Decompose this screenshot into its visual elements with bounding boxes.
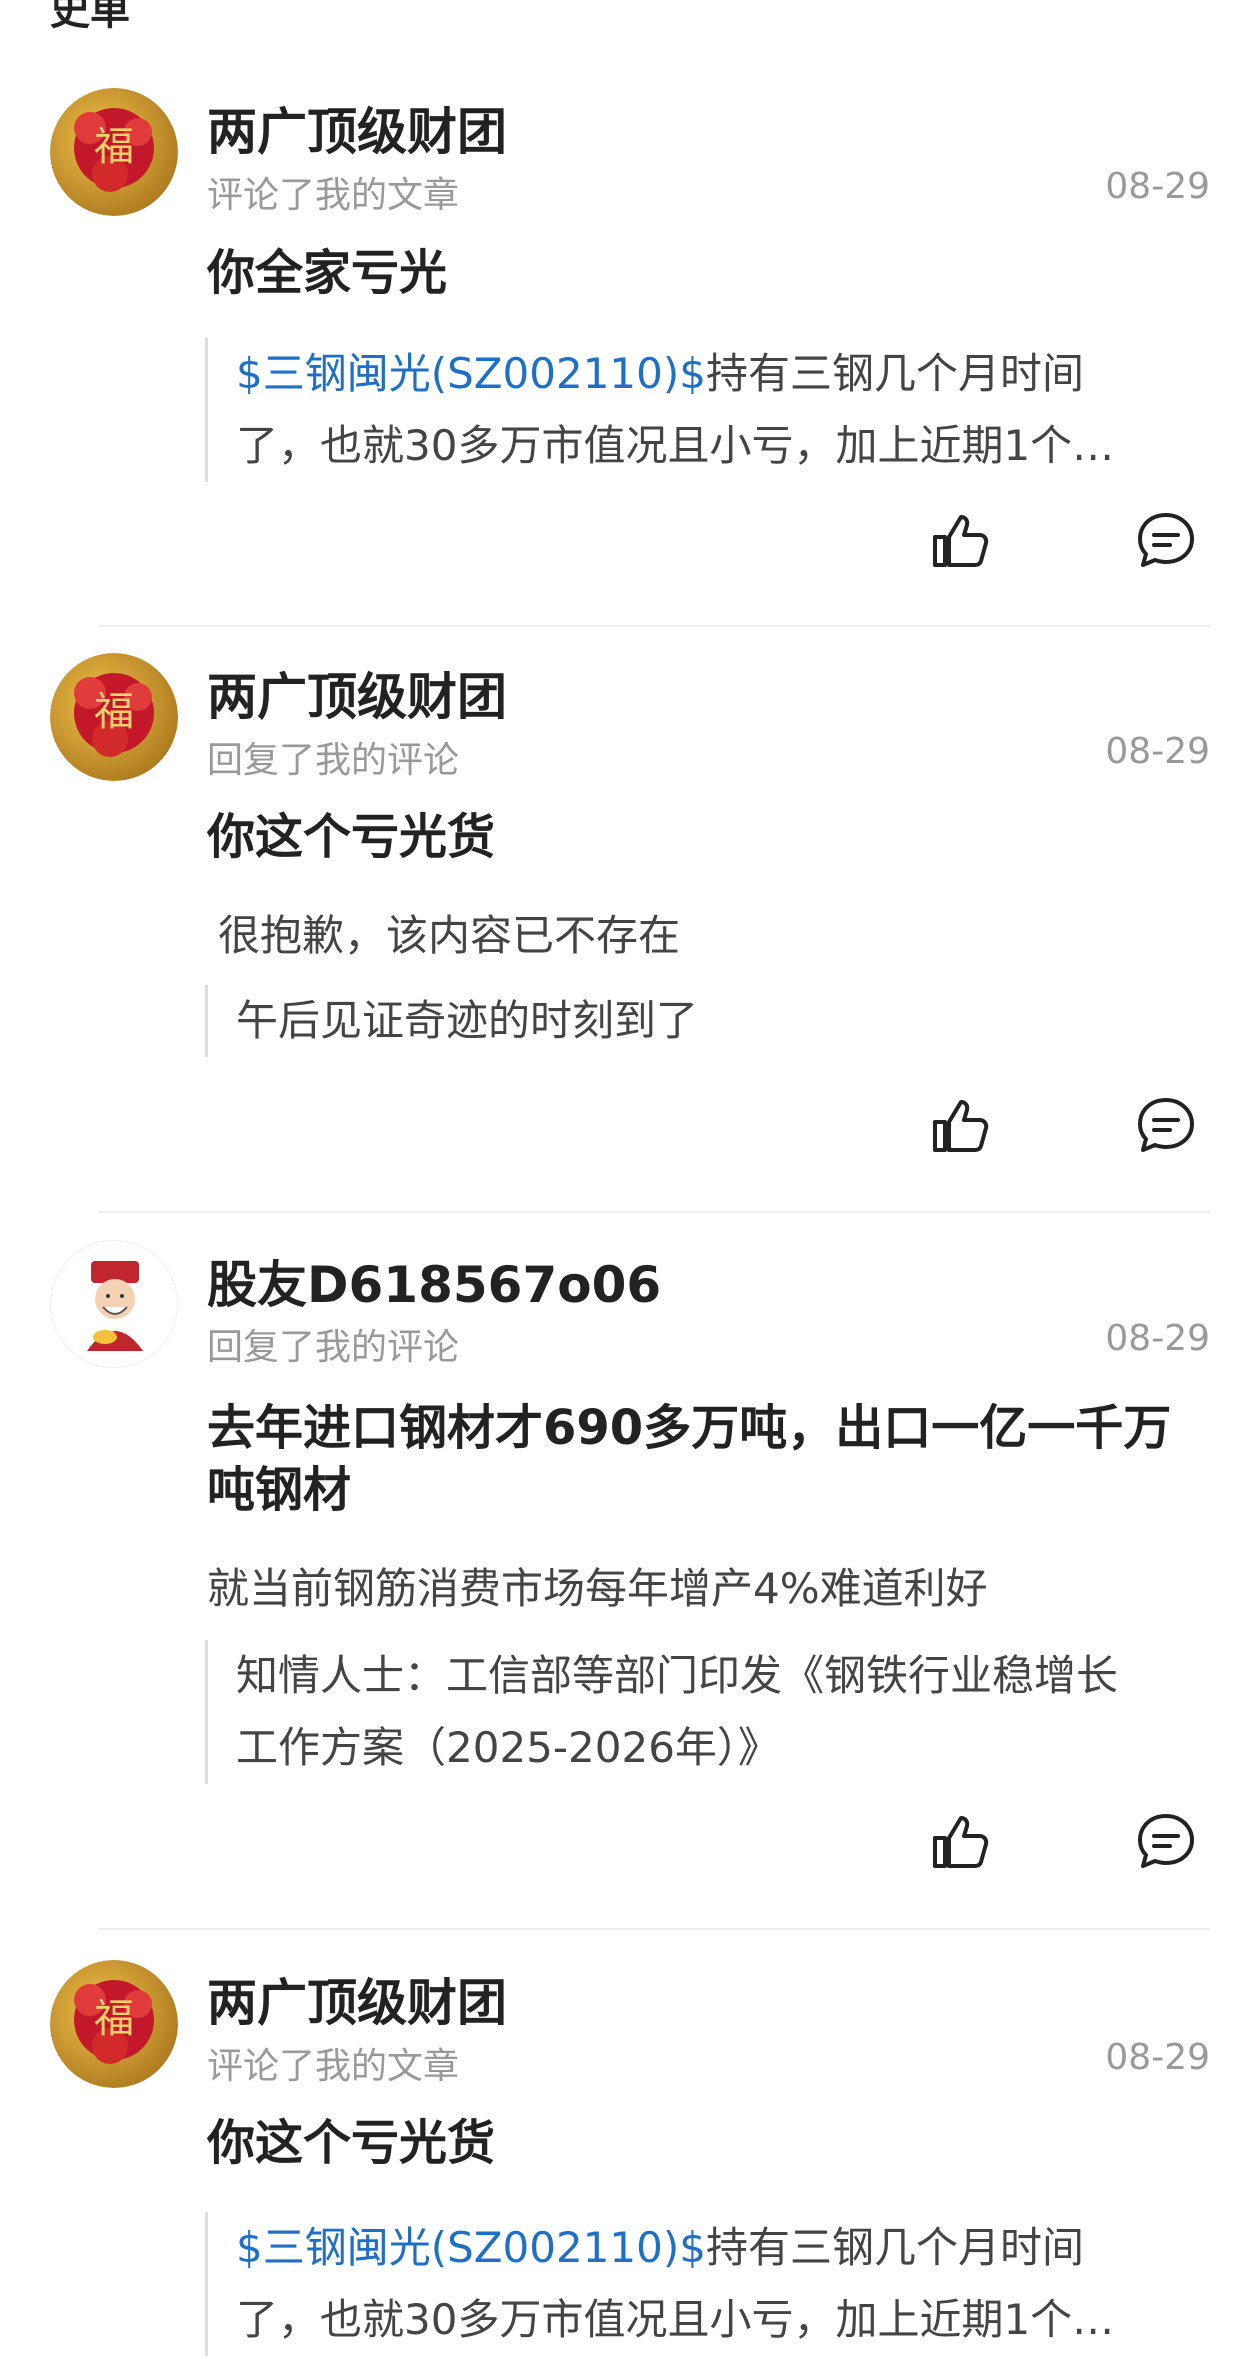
notification-date: 08-29 bbox=[1105, 731, 1210, 772]
svg-text:福: 福 bbox=[94, 124, 134, 170]
section-title-fragment: 史单 bbox=[50, 0, 130, 34]
deleted-content-notice: 很抱歉，该内容已不存在 bbox=[218, 911, 681, 960]
comment-button[interactable] bbox=[1130, 505, 1202, 577]
like-button[interactable] bbox=[925, 1090, 997, 1162]
red-gold-lucky-icon: 福 bbox=[50, 653, 178, 781]
reply-content[interactable]: 你全家亏光 bbox=[207, 242, 1207, 304]
quote-text-line2: 工作方案（2025-2026年）》 bbox=[236, 1723, 780, 1772]
reply-content[interactable]: 你这个亏光货 bbox=[207, 2112, 1207, 2174]
comment-button[interactable] bbox=[1130, 1090, 1202, 1162]
notification-action: 评论了我的文章 bbox=[207, 2046, 460, 2087]
divider bbox=[98, 1211, 1210, 1213]
reply-content[interactable]: 去年进口钢材才690多万吨，出口一亿一千万吨钢材 bbox=[207, 1397, 1217, 1521]
avatar[interactable]: 福 bbox=[50, 653, 178, 781]
stock-link[interactable]: $三钢闽光(SZ002110)$ bbox=[236, 2223, 706, 2272]
notification-action: 回复了我的评论 bbox=[207, 1327, 460, 1368]
comment-button[interactable] bbox=[1130, 1806, 1202, 1878]
quote-text-line2: 了，也就30多万市值况且小亏，加上近期1个… bbox=[236, 2295, 1115, 2344]
thumbs-up-icon bbox=[933, 1100, 989, 1152]
notification-action: 回复了我的评论 bbox=[207, 740, 460, 781]
red-gold-lucky-icon: 福 bbox=[50, 1960, 178, 2088]
quoted-post[interactable]: $三钢闽光(SZ002110)$持有三钢几个月时间 了，也就30多万市值况且小亏… bbox=[205, 338, 1210, 482]
username[interactable]: 两广顶级财团 bbox=[207, 92, 507, 164]
username[interactable]: 股友D618567o06 bbox=[207, 1245, 661, 1317]
notification-date: 08-29 bbox=[1105, 1318, 1210, 1359]
thumbs-up-icon bbox=[933, 515, 989, 567]
svg-text:福: 福 bbox=[94, 689, 134, 735]
like-button[interactable] bbox=[925, 505, 997, 577]
quote-text: 知情人士：工信部等部门印发《钢铁行业稳增长 bbox=[236, 1651, 1119, 1700]
comment-bubble-icon bbox=[1138, 513, 1194, 567]
notification-date: 08-29 bbox=[1105, 2037, 1210, 2078]
notification-date: 08-29 bbox=[1105, 166, 1210, 207]
comment-bubble-icon bbox=[1138, 1098, 1194, 1152]
notification-action: 评论了我的文章 bbox=[207, 175, 460, 216]
quoted-post[interactable]: 午后见证奇迹的时刻到了 bbox=[205, 985, 1210, 1057]
quote-text: 持有三钢几个月时间 bbox=[705, 2223, 1084, 2272]
stock-link[interactable]: $三钢闽光(SZ002110)$ bbox=[236, 349, 706, 398]
quoted-post[interactable]: $三钢闽光(SZ002110)$持有三钢几个月时间 了，也就30多万市值况且小亏… bbox=[205, 2212, 1210, 2356]
username[interactable]: 两广顶级财团 bbox=[207, 657, 507, 729]
quote-text-line2: 了，也就30多万市值况且小亏，加上近期1个… bbox=[236, 421, 1115, 470]
comment-bubble-icon bbox=[1138, 1814, 1194, 1868]
quote-text: 午后见证奇迹的时刻到了 bbox=[236, 996, 699, 1045]
avatar[interactable]: 福 bbox=[50, 88, 178, 216]
svg-text:福: 福 bbox=[94, 1996, 134, 2042]
reply-content[interactable]: 你这个亏光货 bbox=[207, 806, 1207, 868]
avatar[interactable]: 福 bbox=[50, 1960, 178, 2088]
like-button[interactable] bbox=[925, 1806, 997, 1878]
quoted-post[interactable]: 知情人士：工信部等部门印发《钢铁行业稳增长 工作方案（2025-2026年）》 bbox=[205, 1640, 1210, 1784]
avatar[interactable] bbox=[50, 1240, 178, 1368]
god-of-wealth-icon bbox=[51, 1241, 177, 1367]
divider bbox=[98, 625, 1210, 627]
divider bbox=[98, 1928, 1210, 1930]
username[interactable]: 两广顶级财团 bbox=[207, 1963, 507, 2035]
quote-text: 持有三钢几个月时间 bbox=[705, 349, 1084, 398]
red-gold-lucky-icon: 福 bbox=[50, 88, 178, 216]
comment-text: 就当前钢筋消费市场每年增产4%难道利好 bbox=[207, 1564, 988, 1613]
thumbs-up-icon bbox=[933, 1816, 989, 1868]
